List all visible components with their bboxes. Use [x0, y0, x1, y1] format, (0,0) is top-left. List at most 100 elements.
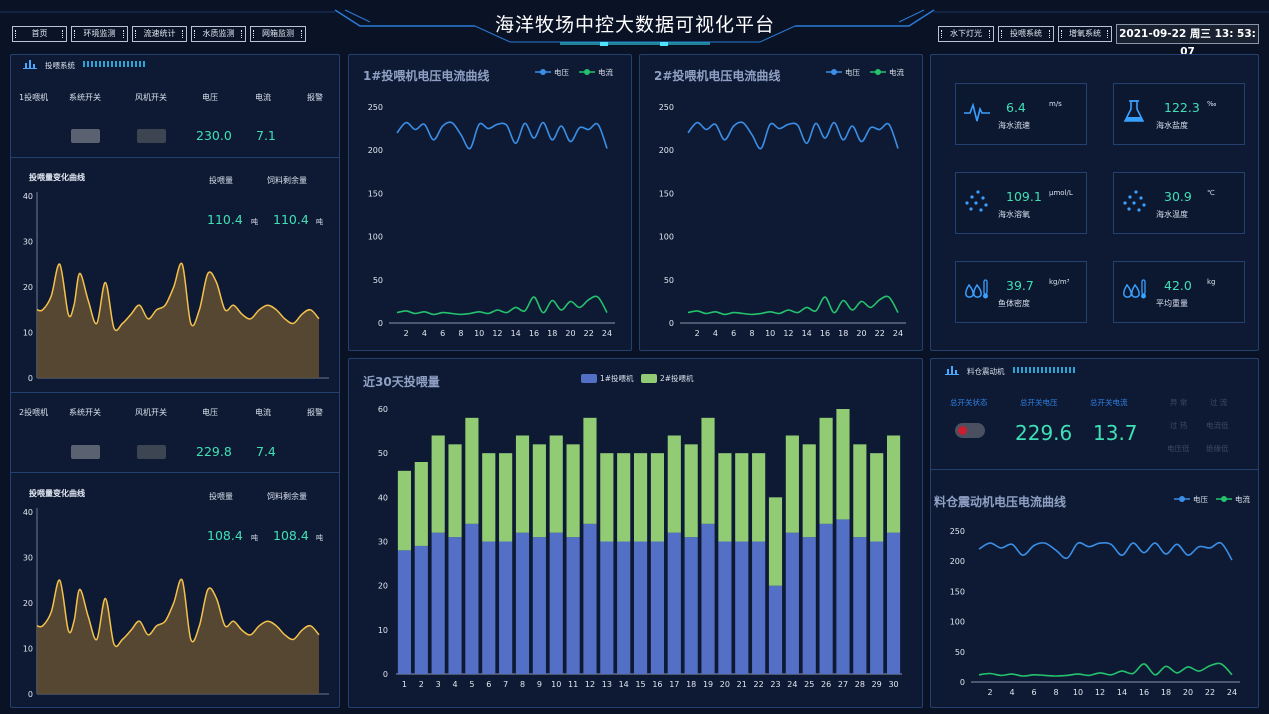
y-tick-label: 0 [960, 678, 965, 687]
bar-series-1 [870, 541, 884, 674]
fan-switch-toggle[interactable] [137, 445, 166, 459]
legend-voltage-marker [535, 69, 551, 75]
datetime-display: 2021-09-22 周三 13: 53: 07 [1116, 24, 1259, 58]
fan-switch-toggle[interactable] [137, 129, 166, 143]
x-tick-label: 4 [422, 329, 427, 338]
x-tick-label: 20 [565, 329, 575, 338]
legend-voltage: 电压 [845, 68, 860, 77]
x-tick-label: 13 [602, 680, 612, 689]
nav-underwater-light-button[interactable]: 水下灯光 [938, 26, 994, 42]
x-tick-label: 14 [802, 329, 812, 338]
feeder-panel-title: 投喂系统 [45, 61, 75, 70]
x-tick-label: 8 [1053, 688, 1058, 697]
x-tick-label: 18 [547, 329, 557, 338]
bar-series-1 [583, 523, 597, 674]
x-tick-label: 2 [419, 680, 424, 689]
bar-series-1 [735, 541, 749, 674]
x-tick-label: 19 [703, 680, 713, 689]
sensor-value: 30.9 [1164, 189, 1192, 204]
x-tick-label: 26 [821, 680, 831, 689]
x-tick-label: 1 [402, 680, 407, 689]
sensor-card: 122.3 ‰ 海水盐度 [1113, 83, 1245, 145]
x-tick-label: 16 [529, 329, 539, 338]
nav-flow-button[interactable]: 流速统计 [132, 26, 187, 42]
x-tick-label: 20 [856, 329, 866, 338]
bar-series-1 [532, 537, 546, 674]
feed-curve-chart-1: 0 10 20 30 40 [23, 192, 329, 383]
title-decoration [83, 61, 145, 67]
bar-series-1 [617, 541, 631, 674]
x-tick-label: 6 [731, 329, 736, 338]
y-tick-label: 150 [950, 587, 965, 596]
bar-series-2 [600, 453, 614, 542]
nav-feeding-button[interactable]: 投喂系统 [998, 26, 1054, 42]
bar-series-1 [448, 537, 462, 674]
feed-area [37, 579, 319, 694]
x-tick-label: 14 [1117, 688, 1127, 697]
bubbles-icon [965, 190, 988, 212]
bar-series-2 [768, 497, 783, 586]
bar-series-1 [886, 532, 901, 674]
y-tick-label: 30 [378, 538, 388, 547]
title-decoration [1013, 367, 1075, 373]
current-line [978, 662, 1233, 677]
nav-oxygen-button[interactable]: 增氧系统 [1058, 26, 1112, 42]
legend-voltage-marker [1174, 496, 1190, 502]
sensor-card: 6.4 m/s 海水流速 [955, 83, 1087, 145]
x-tick-label: 2 [987, 688, 992, 697]
hopper-voltage-current-chart: 0501001502002502 4 6 8 10 12 14 16 18 20 22 24 [950, 527, 1240, 697]
nav-water-quality-button[interactable]: 水质监测 [191, 26, 246, 42]
hopper-panel-title: 料仓震动机 [967, 367, 1005, 376]
x-tick-label: 27 [838, 680, 848, 689]
feed-curve-title: 投喂量变化曲线 [29, 489, 85, 498]
system-switch-toggle[interactable] [71, 445, 100, 459]
feed-curve-title: 投喂量变化曲线 [29, 173, 85, 182]
bubbles-icon [1123, 190, 1146, 212]
master-current-value: 13.7 [1093, 421, 1138, 445]
sensor-card: 42.0 kg 平均重量 [1113, 261, 1245, 323]
bar-series-1 [667, 532, 681, 674]
x-tick-label: 25 [804, 680, 814, 689]
x-tick-label: 3 [436, 680, 441, 689]
y-tick-label: 60 [378, 405, 388, 414]
alarm-overheat: 过 热 [1170, 421, 1188, 430]
x-tick-label: 6 [440, 329, 445, 338]
nav-home-button[interactable]: 首页 [12, 26, 67, 42]
col-fan-switch: 风机开关 [135, 93, 167, 102]
bar-series-1 [853, 537, 867, 674]
feeder2-vc-panel: 2#投喂机电压电流曲线 电压 电流 0 50 100 150 200 250 2 4 6 8 10 1… [639, 54, 923, 351]
bar-series-2 [785, 435, 799, 533]
sensor-unit: ℃ [1207, 189, 1215, 197]
bar-series-1 [718, 541, 732, 674]
bar-series-1 [600, 541, 614, 674]
nav-net-cage-button[interactable]: 网箱监测 [250, 26, 306, 42]
bar-series-1 [768, 585, 783, 674]
bar-series-2 [886, 435, 901, 533]
legend-voltage-marker [826, 69, 842, 75]
x-tick-label: 10 [551, 680, 561, 689]
nav-environment-button[interactable]: 环境监测 [71, 26, 128, 42]
bar-series-2 [870, 453, 884, 542]
x-tick-label: 22 [754, 680, 764, 689]
x-tick-label: 12 [1095, 688, 1105, 697]
master-switch-toggle[interactable] [955, 423, 985, 438]
current-line [687, 295, 899, 316]
current-value: 7.4 [256, 444, 276, 459]
x-tick-label: 16 [1139, 688, 1149, 697]
voltage-value: 230.0 [196, 128, 232, 143]
y-tick-label: 50 [664, 276, 674, 285]
bar-series-2 [549, 435, 563, 533]
x-tick-label: 24 [602, 329, 612, 338]
col-current: 电流 [255, 93, 271, 102]
bar-series-2 [482, 453, 496, 542]
system-switch-toggle[interactable] [71, 129, 100, 143]
bar-series-2 [532, 444, 546, 538]
bar-series-1 [785, 532, 799, 674]
y-tick-label: 100 [368, 233, 383, 242]
legend-series-2: 2#投喂机 [660, 374, 694, 383]
legend-series-1-swatch [581, 374, 597, 383]
bar-series-1 [836, 519, 850, 674]
chart-title: 2#投喂机电压电流曲线 [654, 69, 781, 83]
header-switch-state: 总开关状态 [950, 398, 988, 407]
y-tick-label: 0 [669, 319, 674, 328]
